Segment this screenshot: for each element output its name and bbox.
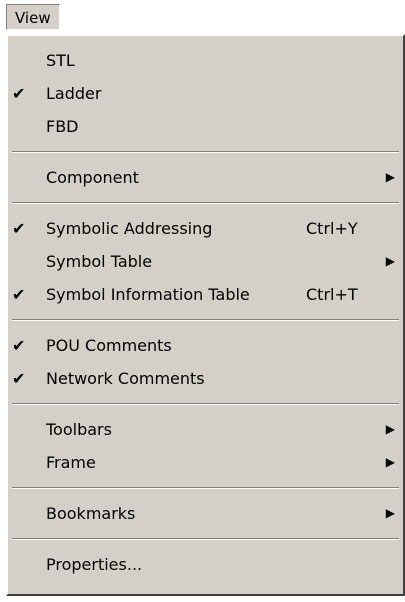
menu-item-frame[interactable]: Frame ▶ xyxy=(8,446,403,479)
menu-item-shortcut: Ctrl+T xyxy=(306,285,358,304)
menu-item-ladder[interactable]: ✔ Ladder xyxy=(8,77,403,110)
menu-separator xyxy=(8,143,403,161)
menu-item-label: POU Comments xyxy=(46,336,172,355)
menu-bar: View xyxy=(0,0,405,34)
checkmark-icon: ✔ xyxy=(12,285,26,304)
menu-item-label: Properties... xyxy=(46,555,143,574)
menu-item-properties[interactable]: Properties... xyxy=(8,548,403,581)
menu-separator xyxy=(8,194,403,212)
menu-item-label: Symbol Information Table xyxy=(46,285,250,304)
submenu-arrow-icon: ▶ xyxy=(385,254,395,268)
menu-item-label: Bookmarks xyxy=(46,504,136,523)
menu-separator xyxy=(8,530,403,548)
submenu-arrow-icon: ▶ xyxy=(385,170,395,184)
menu-item-toolbars[interactable]: Toolbars ▶ xyxy=(8,413,403,446)
checkmark-icon: ✔ xyxy=(12,369,26,388)
menu-item-symbol-table[interactable]: Symbol Table ▶ xyxy=(8,245,403,278)
menu-item-network-comments[interactable]: ✔ Network Comments xyxy=(8,362,403,395)
submenu-arrow-icon: ▶ xyxy=(385,506,395,520)
menu-separator xyxy=(8,395,403,413)
checkmark-icon: ✔ xyxy=(12,336,26,355)
menu-item-label: Frame xyxy=(46,453,96,472)
menu-item-label: Symbol Table xyxy=(46,252,153,271)
menu-item-stl[interactable]: STL xyxy=(8,44,403,77)
menu-item-shortcut: Ctrl+Y xyxy=(306,219,358,238)
menu-separator xyxy=(8,311,403,329)
menu-item-label: Ladder xyxy=(46,84,102,103)
menu-item-label: FBD xyxy=(46,117,79,136)
menu-item-label: Toolbars xyxy=(46,420,112,439)
checkmark-icon: ✔ xyxy=(12,84,26,103)
menu-item-fbd[interactable]: FBD xyxy=(8,110,403,143)
checkmark-icon: ✔ xyxy=(12,219,26,238)
menu-item-symbol-information-table[interactable]: ✔ Symbol Information Table Ctrl+T xyxy=(8,278,403,311)
menu-item-component[interactable]: Component ▶ xyxy=(8,161,403,194)
view-menu-button[interactable]: View xyxy=(6,4,60,30)
menu-item-label: Symbolic Addressing xyxy=(46,219,213,238)
menu-item-label: Component xyxy=(46,168,139,187)
submenu-arrow-icon: ▶ xyxy=(385,422,395,436)
submenu-arrow-icon: ▶ xyxy=(385,455,395,469)
menu-item-symbolic-addressing[interactable]: ✔ Symbolic Addressing Ctrl+Y xyxy=(8,212,403,245)
menu-item-pou-comments[interactable]: ✔ POU Comments xyxy=(8,329,403,362)
menu-item-label: STL xyxy=(46,51,75,70)
menu-separator xyxy=(8,479,403,497)
menu-item-label: Network Comments xyxy=(46,369,205,388)
view-menu-dropdown: STL ✔ Ladder FBD Component ▶ ✔ Symbolic … xyxy=(6,34,405,596)
menu-item-bookmarks[interactable]: Bookmarks ▶ xyxy=(8,497,403,530)
